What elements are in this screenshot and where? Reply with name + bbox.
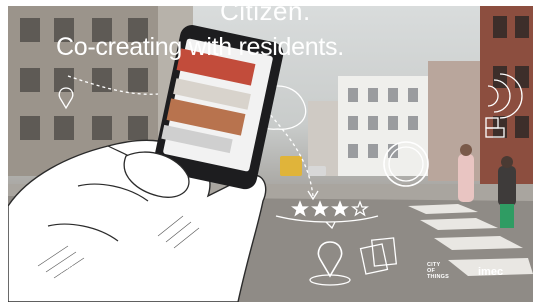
imec-logo: imec [478,266,504,278]
project-caption: PROJECT: CITY OF THINGS APPLICATION LOCA… [61,264,174,280]
logo-line-3: THINGS [427,274,449,280]
street-photo: Citizen. Co-creating with residents. PRO… [8,6,533,302]
city-of-things-logo: CITY OF THINGS [427,262,449,280]
far-building [308,101,338,176]
yellow-van [280,156,302,176]
center-brick-building [428,61,483,181]
banner-frame: Citizen. Co-creating with residents. PRO… [0,0,533,302]
white-car [308,166,326,176]
headline: Co-creating with residents. [56,33,344,61]
caption-project: PROJECT: CITY OF THINGS APPLICATION [61,265,175,271]
caption-location: LOCATION: ANTWERP [61,273,121,279]
top-title: Citizen. [220,6,311,26]
